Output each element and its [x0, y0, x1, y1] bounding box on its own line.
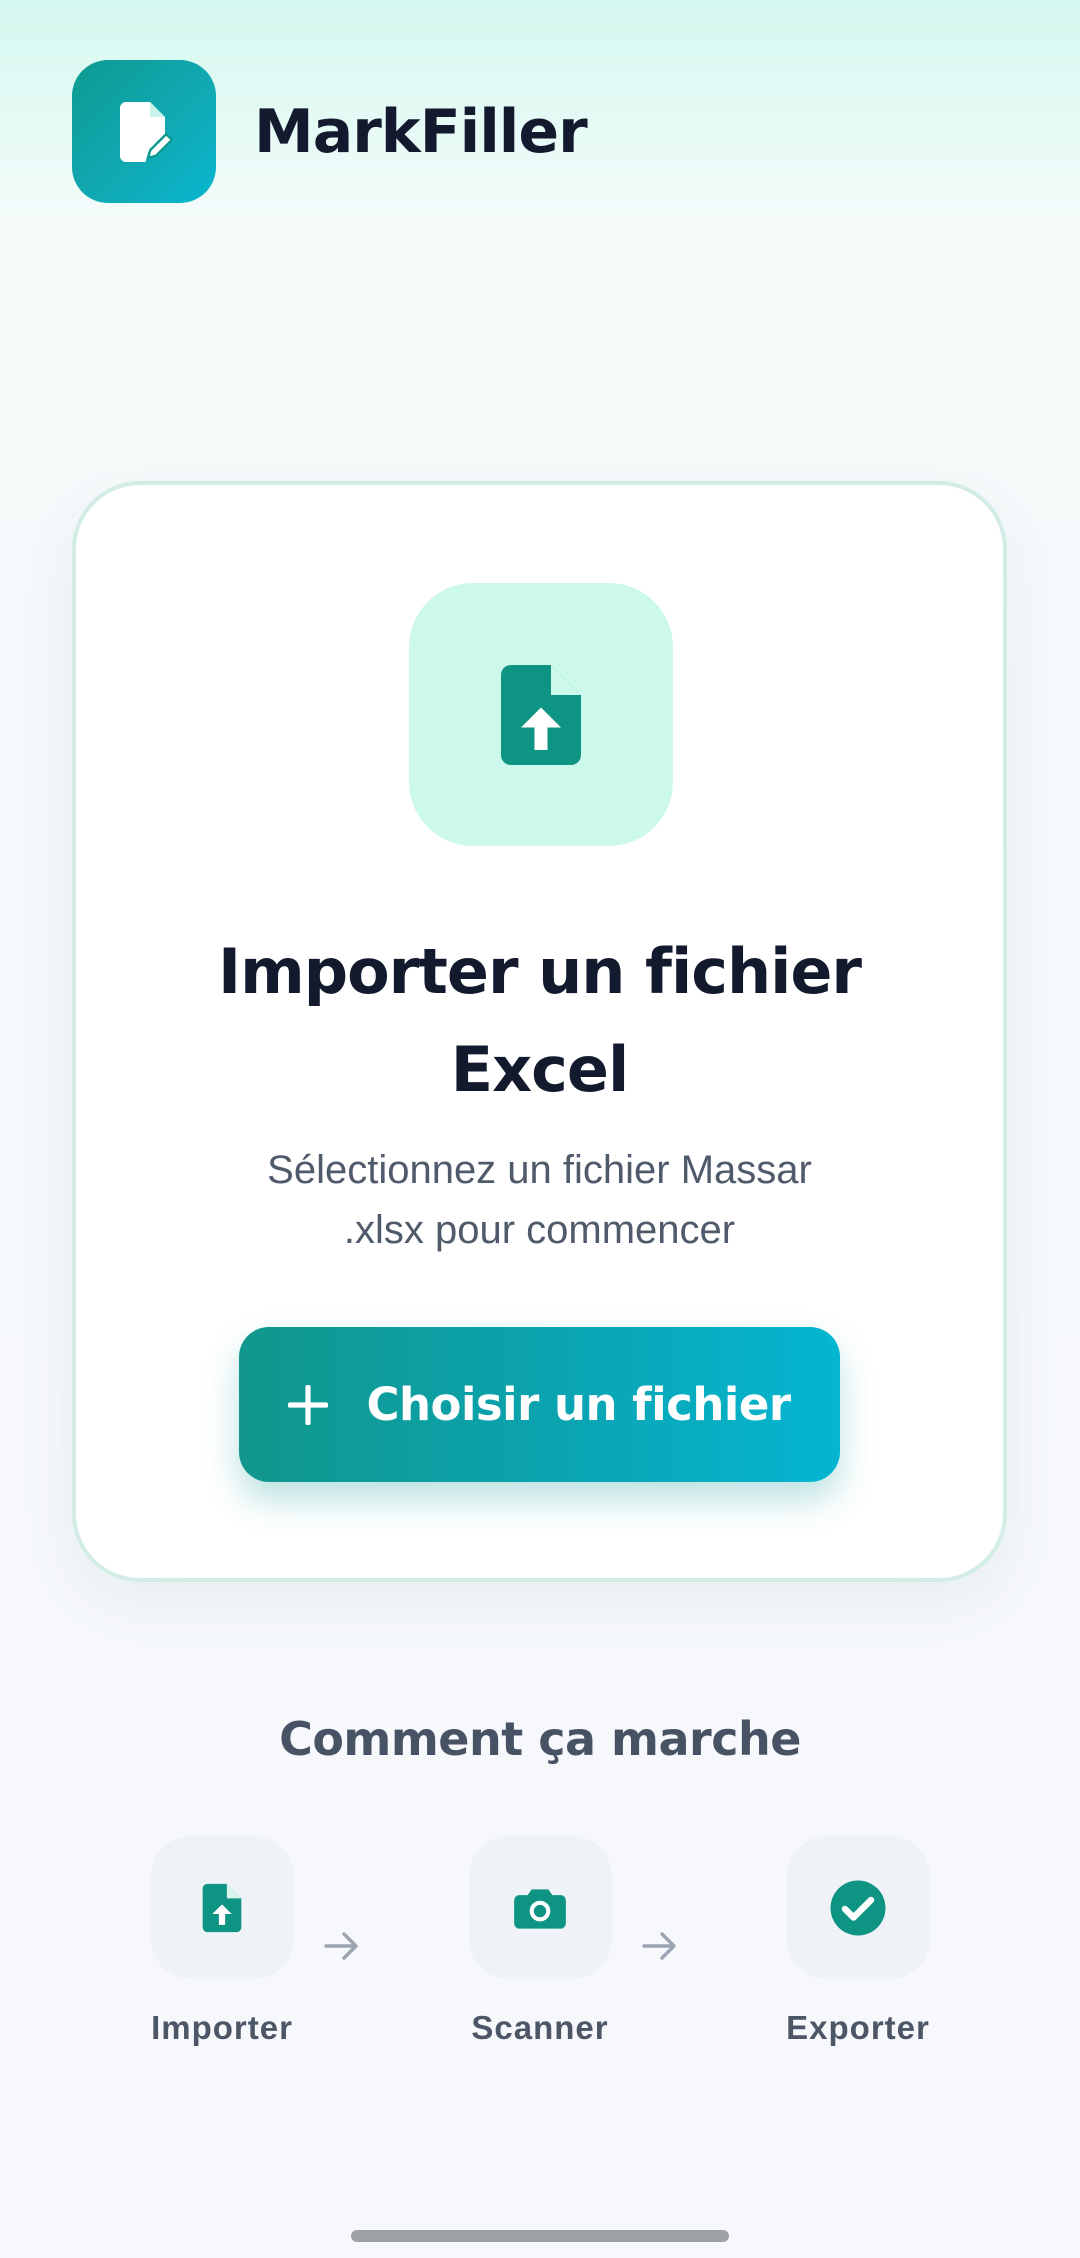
card-title: Importer un fichier Excel [218, 935, 862, 1106]
app-header: MarkFiller [72, 60, 588, 203]
step-label: Importer [151, 2009, 293, 2046]
card-subtitle: Sélectionnez un fichier Massar .xlsx pou… [267, 1148, 812, 1252]
app-title: MarkFiller [254, 96, 588, 167]
step-label: Exporter [786, 2009, 930, 2046]
step-label: Scanner [471, 2009, 609, 2046]
choose-file-label: Choisir un fichier [366, 1378, 791, 1431]
arrow-right-icon [642, 1932, 676, 1960]
card-icon-box [409, 583, 673, 846]
arrow-right-icon [324, 1932, 358, 1960]
plus-icon [288, 1384, 329, 1425]
file-edit-icon [120, 101, 174, 162]
home-indicator[interactable] [351, 2230, 729, 2242]
step-scan-box [468, 1836, 612, 1979]
step-import: Importer [122, 1836, 322, 2047]
import-card: Importer un fichier Excel Sélectionnez u… [72, 481, 1007, 1582]
step-import-box [150, 1836, 294, 1979]
how-it-works-title: Comment ça marche [279, 1712, 801, 1766]
step-export: Exporter [758, 1836, 958, 2047]
file-upload-icon [501, 664, 581, 765]
file-upload-icon [202, 1883, 242, 1932]
app-logo [72, 60, 216, 203]
step-scan: Scanner [440, 1836, 640, 2047]
camera-icon [514, 1888, 566, 1929]
step-export-box [786, 1836, 930, 1979]
check-circle-icon [830, 1880, 886, 1935]
choose-file-button[interactable]: Choisir un fichier [239, 1327, 840, 1482]
